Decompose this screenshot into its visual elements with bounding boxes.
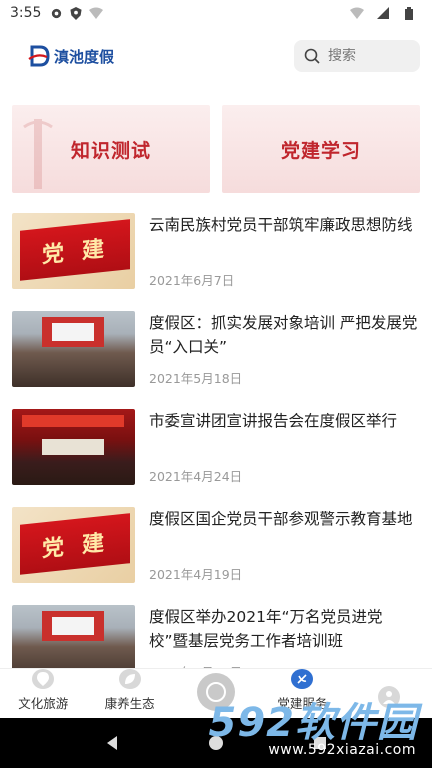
list-item[interactable]: 度假区：抓实发展对象培训 严把发展党员“入口关” 2021年5月18日 [12, 311, 420, 409]
list-item[interactable]: 党建 云南民族村党员干部筑牢廉政思想防线 2021年6月7日 [12, 213, 420, 311]
tab-profile[interactable] [346, 669, 432, 718]
news-thumbnail [12, 311, 135, 387]
home-icon[interactable] [207, 734, 225, 752]
user-icon [377, 686, 400, 708]
signal-icon [376, 6, 390, 20]
news-list: 党建 云南民族村党员干部筑牢廉政思想防线 2021年6月7日 度假区：抓实发展对… [12, 213, 420, 703]
list-item[interactable]: 市委宣讲团宣讲报告会在度假区举行 2021年4月24日 [12, 409, 420, 507]
bottom-tab-bar: 文化旅游 康养生态 党建服务 [0, 668, 432, 718]
banner-knowledge-test[interactable]: 知识测试 [12, 105, 210, 193]
party-flag-image: 党建 [20, 513, 130, 575]
dianchi-logo-icon [28, 45, 50, 67]
news-title: 市委宣讲团宣讲报告会在度假区举行 [149, 412, 398, 430]
tab-culture-travel[interactable]: 文化旅游 [0, 669, 86, 718]
wifi-question-icon [89, 6, 104, 20]
recents-icon[interactable] [311, 734, 329, 752]
logo-text: 滇池度假 [54, 47, 115, 66]
wifi-icon [350, 6, 364, 20]
news-title: 度假区：抓实发展对象培训 严把发展党员“入口关” [149, 314, 418, 356]
news-date: 2021年4月19日 [149, 567, 243, 582]
tab-health-eco[interactable]: 康养生态 [86, 669, 172, 718]
pillar-decoration-icon [23, 119, 53, 189]
feature-banners: 知识测试 党建学习 [12, 105, 420, 193]
shield-icon [69, 6, 83, 20]
news-thumbnail: 党建 [12, 507, 135, 583]
news-title: 度假区举办2021年“万名党员进党校”暨基层党务工作者培训班 [149, 608, 383, 650]
news-date: 2021年5月18日 [149, 371, 243, 386]
battery-icon [402, 6, 416, 20]
app-logo[interactable]: 滇池度假 [28, 45, 114, 67]
banner-party-study[interactable]: 党建学习 [222, 105, 420, 193]
news-date: 2021年4月24日 [149, 469, 243, 484]
app-header: 滇池度假 [0, 34, 432, 78]
status-bar: 3:55 [0, 0, 432, 26]
back-icon[interactable] [103, 734, 121, 752]
search-icon [304, 48, 320, 64]
search-input[interactable] [328, 48, 408, 64]
tab-party-service[interactable]: 党建服务 [259, 669, 345, 718]
party-flag-image: 党建 [20, 219, 130, 281]
news-thumbnail: 党建 [12, 213, 135, 289]
location-icon [32, 669, 55, 689]
tab-label: 文化旅游 [18, 696, 69, 711]
tab-label: 党建服务 [277, 696, 328, 711]
news-thumbnail [12, 409, 135, 485]
list-item[interactable]: 党建 度假区国企党员干部参观警示教育基地 2021年4月19日 [12, 507, 420, 605]
banner-title: 党建学习 [280, 139, 361, 162]
system-nav-bar [0, 718, 432, 768]
status-time: 3:55 [10, 5, 42, 21]
center-logo-icon [197, 673, 236, 711]
gear-icon [49, 6, 63, 20]
news-date: 2021年6月7日 [149, 273, 235, 288]
leaf-icon [118, 669, 141, 689]
search-box[interactable] [294, 40, 420, 72]
tab-home[interactable] [173, 669, 259, 718]
tab-label: 康养生态 [104, 696, 155, 711]
news-title: 云南民族村党员干部筑牢廉政思想防线 [149, 216, 413, 234]
party-emblem-icon [291, 669, 314, 689]
banner-title: 知识测试 [70, 139, 151, 162]
news-title: 度假区国企党员干部参观警示教育基地 [149, 510, 413, 528]
